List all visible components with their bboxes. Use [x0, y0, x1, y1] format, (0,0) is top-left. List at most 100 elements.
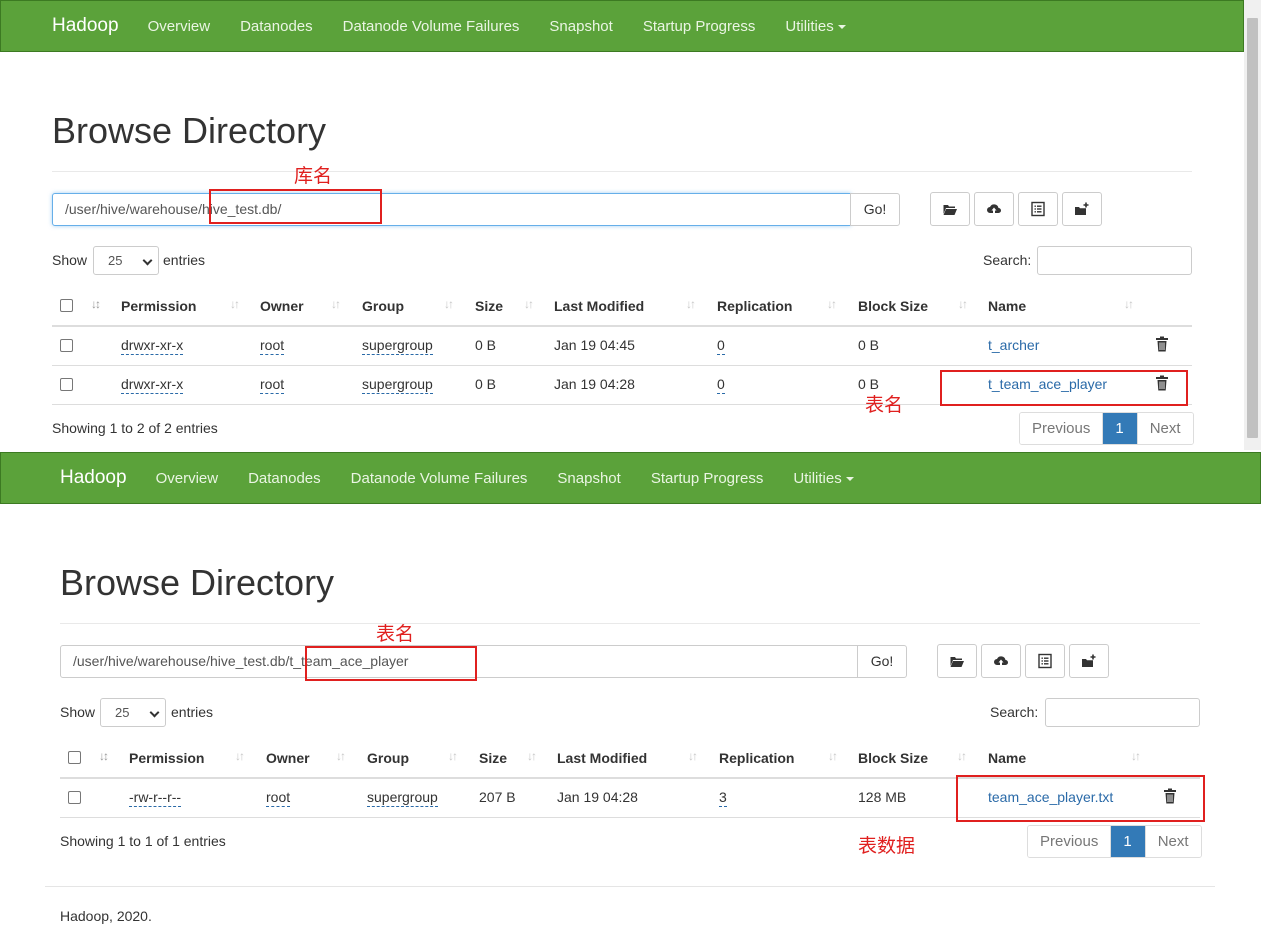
row-checkbox[interactable] — [60, 378, 73, 391]
sort-icon[interactable]: ↓↑ — [444, 297, 454, 311]
cell-group[interactable]: supergroup — [362, 376, 433, 394]
sort-icon[interactable]: ↓↑ — [688, 749, 698, 763]
cell-permission[interactable]: drwxr-xr-x — [121, 376, 184, 394]
list-icon — [1038, 653, 1052, 669]
cell-replication[interactable]: 3 — [719, 789, 727, 807]
col-size[interactable]: Size — [479, 750, 507, 766]
sort-icon[interactable]: ↓↑ — [527, 749, 537, 763]
nav-snapshot[interactable]: Snapshot — [542, 470, 635, 487]
nav-utilities[interactable]: Utilities — [778, 470, 868, 487]
sort-icon[interactable]: ↓↑ — [1131, 749, 1141, 763]
sort-icon[interactable]: ↓↑ — [1124, 297, 1134, 311]
cell-group[interactable]: supergroup — [367, 789, 438, 807]
nav-snapshot[interactable]: Snapshot — [534, 18, 627, 35]
cell-replication[interactable]: 0 — [717, 337, 725, 355]
pagination-next[interactable]: Next — [1144, 826, 1201, 857]
divider — [52, 171, 1192, 172]
upload-button[interactable] — [974, 192, 1014, 226]
cell-name-link[interactable]: t_archer — [988, 337, 1039, 353]
create-folder-button[interactable] — [1069, 644, 1109, 678]
col-group[interactable]: Group — [362, 298, 404, 314]
nav-volume-failures[interactable]: Datanode Volume Failures — [336, 470, 543, 487]
select-all-checkbox[interactable] — [68, 751, 81, 764]
sort-icon[interactable]: ↓↑ — [230, 297, 240, 311]
col-name[interactable]: Name — [988, 298, 1026, 314]
nav-startup-progress[interactable]: Startup Progress — [628, 18, 771, 35]
sort-icon[interactable]: ↓↑ — [331, 297, 341, 311]
page-size-select[interactable]: 25 — [100, 698, 166, 727]
sort-icon[interactable]: ↓↑ — [448, 749, 458, 763]
cell-owner[interactable]: root — [260, 376, 285, 394]
sort-icon[interactable]: ↓↑ — [686, 297, 696, 311]
navbar-brand[interactable]: Hadoop — [60, 467, 127, 489]
col-permission[interactable]: Permission — [121, 298, 196, 314]
pagination-previous[interactable]: Previous — [1020, 413, 1103, 444]
search-input[interactable] — [1045, 698, 1200, 727]
page-size-value: 25 — [108, 253, 123, 268]
list-button[interactable] — [1025, 644, 1065, 678]
scrollbar-thumb[interactable] — [1247, 18, 1258, 438]
cell-group[interactable]: supergroup — [362, 337, 433, 355]
nav-datanodes[interactable]: Datanodes — [233, 470, 336, 487]
col-group[interactable]: Group — [367, 750, 409, 766]
pagination-page[interactable]: 1 — [1102, 413, 1137, 444]
pagination-previous[interactable]: Previous — [1028, 826, 1111, 857]
cell-permission[interactable]: drwxr-xr-x — [121, 337, 184, 355]
create-folder-button[interactable] — [1062, 192, 1102, 226]
path-input[interactable]: /user/hive/warehouse/hive_test.db/ — [52, 193, 851, 226]
browse-folder-button[interactable] — [937, 644, 977, 678]
list-button[interactable] — [1018, 192, 1058, 226]
browse-folder-button[interactable] — [930, 192, 970, 226]
sort-icon[interactable]: ↓↑ — [524, 297, 534, 311]
footer-divider — [45, 886, 1215, 887]
row-checkbox[interactable] — [60, 339, 73, 352]
nav-overview[interactable]: Overview — [133, 18, 226, 35]
annotation-table-label: 表名 — [376, 623, 415, 645]
sort-icon[interactable]: ↓↑ — [957, 749, 967, 763]
sort-icon[interactable]: ↓↕ — [91, 297, 101, 311]
scrollbar[interactable] — [1244, 0, 1261, 450]
cell-permission[interactable]: -rw-r--r-- — [129, 789, 182, 807]
nav-overview[interactable]: Overview — [141, 470, 234, 487]
col-owner[interactable]: Owner — [260, 298, 304, 314]
col-block-size[interactable]: Block Size — [858, 298, 928, 314]
col-name[interactable]: Name — [988, 750, 1026, 766]
nav-utilities[interactable]: Utilities — [770, 18, 860, 35]
cell-block-size: 0 B — [858, 337, 880, 353]
sort-icon[interactable]: ↓↑ — [235, 749, 245, 763]
col-block-size[interactable]: Block Size — [858, 750, 928, 766]
col-owner[interactable]: Owner — [266, 750, 310, 766]
sort-icon[interactable]: ↓↑ — [827, 297, 837, 311]
go-button[interactable]: Go! — [857, 645, 907, 678]
cell-owner[interactable]: root — [266, 789, 291, 807]
screenshot-top: Hadoop Overview Datanodes Datanode Volum… — [0, 0, 1261, 450]
go-button[interactable]: Go! — [850, 193, 900, 226]
search-input[interactable] — [1037, 246, 1192, 275]
col-last-modified[interactable]: Last Modified — [554, 298, 644, 314]
col-size[interactable]: Size — [475, 298, 503, 314]
navbar-brand[interactable]: Hadoop — [52, 15, 119, 37]
nav-startup-progress[interactable]: Startup Progress — [636, 470, 779, 487]
pagination-next[interactable]: Next — [1136, 413, 1193, 444]
pagination-page[interactable]: 1 — [1110, 826, 1145, 857]
sort-icon[interactable]: ↓↑ — [336, 749, 346, 763]
nav-datanodes[interactable]: Datanodes — [225, 18, 328, 35]
col-replication[interactable]: Replication — [719, 750, 794, 766]
sort-icon[interactable]: ↓↑ — [958, 297, 968, 311]
cell-block-size: 128 MB — [858, 789, 907, 805]
trash-icon[interactable] — [1155, 336, 1169, 352]
sort-icon[interactable]: ↓↕ — [99, 749, 109, 763]
page-size-select[interactable]: 25 — [93, 246, 159, 275]
chevron-down-icon — [149, 707, 160, 718]
col-replication[interactable]: Replication — [717, 298, 792, 314]
nav-volume-failures[interactable]: Datanode Volume Failures — [328, 18, 535, 35]
col-last-modified[interactable]: Last Modified — [557, 750, 647, 766]
col-permission[interactable]: Permission — [129, 750, 204, 766]
select-all-checkbox[interactable] — [60, 299, 73, 312]
upload-button[interactable] — [981, 644, 1021, 678]
cell-replication[interactable]: 0 — [717, 376, 725, 394]
sort-icon[interactable]: ↓↑ — [828, 749, 838, 763]
cell-owner[interactable]: root — [260, 337, 285, 355]
row-checkbox[interactable] — [68, 791, 81, 804]
cell-last-modified: Jan 19 04:28 — [557, 789, 638, 805]
